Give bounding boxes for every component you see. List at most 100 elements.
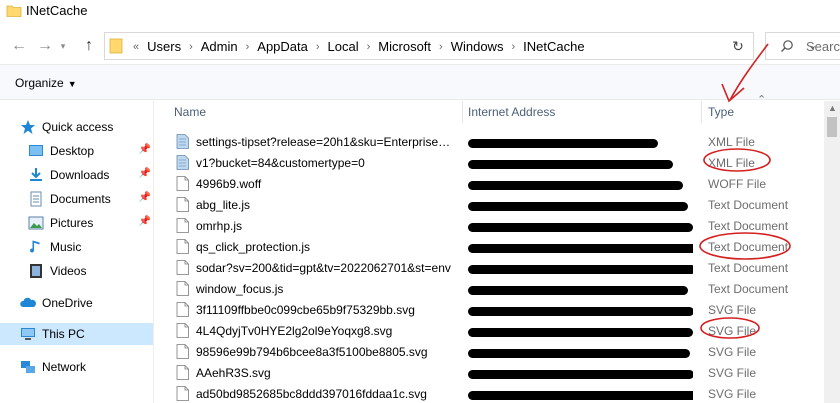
generic-file-icon [176, 176, 189, 194]
file-name[interactable]: 98596e99b794b6bcee8a3f5100be8805.svg [196, 345, 456, 359]
recent-locations-button[interactable]: ▾ [56, 35, 70, 57]
nav-item-label: Videos [50, 264, 87, 278]
internet-address-cell [468, 219, 693, 232]
generic-file-icon [176, 218, 189, 236]
address-bar[interactable]: « Users › Admin › AppData › Local › Micr… [104, 32, 817, 60]
column-header-internet-address[interactable]: Internet Address [468, 101, 555, 123]
file-name[interactable]: window_focus.js [196, 282, 456, 296]
redaction-mark [468, 307, 693, 316]
file-name[interactable]: 3f11109ffbbe0c099cbe65b9f75329bb.svg [196, 303, 456, 317]
nav-item-desktop[interactable]: Desktop 📌 [28, 140, 155, 162]
table-row[interactable]: ad50bd9852685bc8ddd397016fddaa1c.svg SVG … [160, 383, 820, 403]
chevron-right-icon[interactable]: › [505, 39, 521, 55]
search-input[interactable]: Searc [765, 32, 840, 60]
organize-label: Organize [15, 76, 64, 90]
generic-file-icon [176, 365, 189, 383]
nav-item-onedrive[interactable]: OneDrive [20, 292, 155, 314]
column-header-label: Internet Address [468, 105, 556, 119]
column-divider[interactable] [462, 101, 463, 123]
nav-item-music[interactable]: Music [28, 236, 155, 258]
refresh-button[interactable]: ↻ [726, 34, 750, 58]
pin-icon[interactable]: 📌 [139, 144, 151, 155]
folder-icon [6, 4, 22, 21]
file-name[interactable]: 4L4QdyjTv0HYE2lg2ol9eYoqxg8.svg [196, 324, 456, 338]
file-name[interactable]: v1?bucket=84&customertype=0 [196, 156, 456, 170]
internet-address-cell [468, 345, 693, 358]
internet-address-cell [468, 366, 693, 379]
nav-item-quick-access[interactable]: Quick access [20, 116, 155, 138]
chevron-right-icon[interactable]: › [361, 39, 377, 55]
up-arrow-icon: ↑ [85, 37, 93, 54]
redaction-mark [468, 160, 673, 169]
organize-button[interactable]: Organize ▼ [15, 76, 77, 90]
nav-item-network[interactable]: Network [20, 356, 155, 378]
table-row[interactable]: 4L4QdyjTv0HYE2lg2ol9eYoqxg8.svg SVG File [160, 320, 820, 341]
nav-item-label: This PC [42, 327, 85, 341]
table-row[interactable]: 3f11109ffbbe0c099cbe65b9f75329bb.svg SVG … [160, 299, 820, 320]
redaction-mark [468, 202, 688, 211]
file-type: Text Document [708, 219, 789, 233]
vertical-scrollbar[interactable]: ▲ [824, 101, 840, 403]
nav-item-downloads[interactable]: Downloads 📌 [28, 164, 155, 186]
chevron-right-icon[interactable]: › [183, 39, 199, 55]
internet-address-cell [468, 198, 693, 211]
column-header-label: Type [708, 105, 735, 119]
breadcrumb-appdata[interactable]: AppData [255, 39, 310, 55]
breadcrumb-users[interactable]: Users [145, 39, 183, 55]
column-header-label: Name [174, 105, 207, 119]
nav-item-videos[interactable]: Videos [28, 260, 155, 282]
breadcrumb-overflow[interactable]: « [127, 39, 145, 55]
breadcrumb-inetcache[interactable]: INetCache [521, 39, 586, 55]
breadcrumb-local[interactable]: Local [326, 39, 361, 55]
nav-item-label: Quick access [42, 120, 114, 134]
file-name[interactable]: omrhp.js [196, 219, 456, 233]
nav-item-documents[interactable]: Documents 📌 [28, 188, 155, 210]
nav-item-pictures[interactable]: Pictures 📌 [28, 212, 155, 234]
scrollbar-thumb[interactable] [827, 117, 837, 137]
xml-file-icon [176, 155, 189, 173]
table-row[interactable]: abg_lite.js Text Document [160, 194, 820, 215]
file-name[interactable]: qs_click_protection.js [196, 240, 456, 254]
back-button[interactable]: ← [8, 35, 30, 57]
table-row[interactable]: qs_click_protection.js Text Document [160, 236, 820, 257]
chevron-right-icon[interactable]: › [433, 39, 449, 55]
forward-button[interactable]: → [34, 35, 56, 57]
nav-item-label: Desktop [50, 144, 95, 158]
table-row[interactable]: window_focus.js Text Document [160, 278, 820, 299]
pin-icon[interactable]: 📌 [139, 192, 151, 203]
table-row[interactable]: sodar?sv=200&tid=gpt&tv=2022062701&st=en… [160, 257, 820, 278]
table-row[interactable]: AAehR3S.svg SVG File [160, 362, 820, 383]
nav-item-this-pc[interactable]: This PC [0, 323, 153, 345]
column-divider[interactable] [701, 101, 702, 123]
breadcrumb-admin[interactable]: Admin [199, 39, 240, 55]
table-row[interactable]: omrhp.js Text Document [160, 215, 820, 236]
pin-icon[interactable]: 📌 [139, 216, 151, 227]
chevron-right-icon[interactable]: › [310, 39, 326, 55]
file-name[interactable]: 4996b9.woff [196, 177, 456, 191]
file-name[interactable]: ad50bd9852685bc8ddd397016fddaa1c.svg [196, 387, 456, 401]
scroll-up-icon[interactable]: ▲ [828, 103, 837, 113]
file-type: WOFF File [708, 177, 766, 191]
table-row[interactable]: 4996b9.woff WOFF File [160, 173, 820, 194]
file-name[interactable]: AAehR3S.svg [196, 366, 456, 380]
pane-divider[interactable] [153, 101, 154, 403]
file-type: SVG File [708, 345, 757, 359]
column-header-type[interactable]: Type [708, 101, 734, 123]
breadcrumb-microsoft[interactable]: Microsoft [376, 39, 433, 55]
file-name[interactable]: abg_lite.js [196, 198, 456, 212]
table-row[interactable]: settings-tipset?release=20h1&sku=Enterpr… [160, 131, 820, 152]
breadcrumb-windows[interactable]: Windows [449, 39, 506, 55]
up-button[interactable]: ↑ [78, 35, 100, 57]
pin-icon[interactable]: 📌 [139, 168, 151, 179]
redaction-mark [468, 370, 693, 379]
folder-icon [109, 38, 123, 57]
table-row[interactable]: 98596e99b794b6bcee8a3f5100be8805.svg SVG … [160, 341, 820, 362]
file-name[interactable]: sodar?sv=200&tid=gpt&tv=2022062701&st=en… [196, 261, 456, 275]
chevron-right-icon[interactable]: › [240, 39, 256, 55]
table-row[interactable]: v1?bucket=84&customertype=0 XML File [160, 152, 820, 173]
file-name[interactable]: settings-tipset?release=20h1&sku=Enterpr… [196, 135, 456, 149]
redaction-mark [468, 244, 693, 253]
generic-file-icon [176, 302, 189, 320]
file-type: Text Document [708, 282, 789, 296]
column-header-name[interactable]: Name [174, 101, 206, 123]
